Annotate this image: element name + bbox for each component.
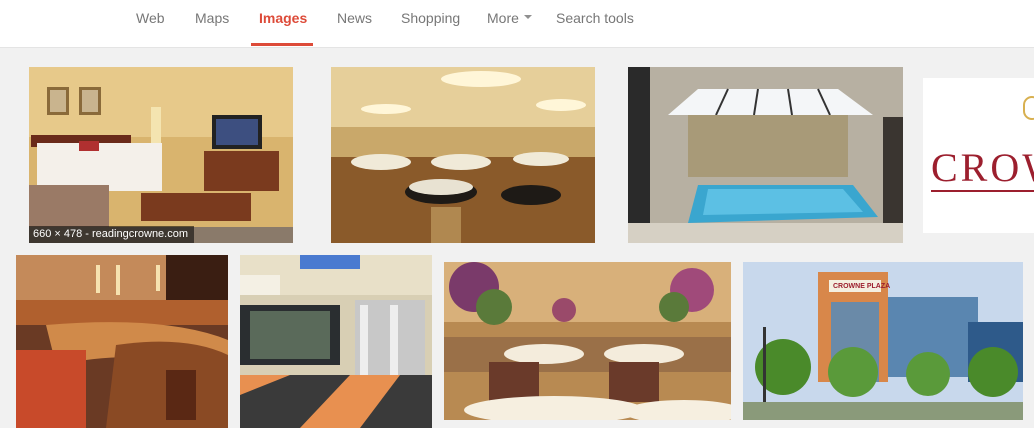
- image-result-guest-room[interactable]: 660 × 478 - readingcrowne.com: [29, 67, 293, 243]
- tab-web[interactable]: Web: [136, 0, 165, 46]
- image-result-floral-banquet[interactable]: [444, 262, 731, 420]
- image-result-ballroom[interactable]: [331, 67, 595, 243]
- hotel-sign: CROWNE PLAZA: [833, 283, 891, 290]
- tab-more-label: More: [487, 10, 519, 26]
- logo-underline: [931, 190, 1034, 192]
- ballroom-photo: [331, 67, 595, 243]
- image-caption: 660 × 478 - readingcrowne.com: [29, 226, 195, 243]
- indoor-pool-photo: [628, 67, 903, 243]
- image-result-hotel-bar[interactable]: [16, 255, 228, 428]
- tab-news[interactable]: News: [337, 0, 372, 46]
- tab-more[interactable]: More: [487, 0, 532, 46]
- fitness-center-photo: [240, 255, 432, 428]
- image-result-hotel-exterior[interactable]: CROWNE PLAZA: [743, 262, 1023, 420]
- image-result-fitness-center[interactable]: [240, 255, 432, 428]
- tab-maps[interactable]: Maps: [195, 0, 229, 46]
- floral-banquet-photo: [444, 262, 731, 420]
- image-result-hotel-logo[interactable]: CROW: [923, 78, 1034, 233]
- chevron-down-icon: [523, 15, 532, 20]
- tab-images[interactable]: Images: [259, 0, 307, 46]
- tab-search-tools[interactable]: Search tools: [556, 0, 634, 46]
- logo-text: CROW: [931, 145, 1034, 190]
- image-result-indoor-pool[interactable]: [628, 67, 903, 243]
- hotel-bar-photo: [16, 255, 228, 428]
- active-tab-indicator: [251, 43, 313, 46]
- tab-shopping[interactable]: Shopping: [401, 0, 460, 46]
- guest-room-photo: [29, 67, 293, 243]
- crown-icon: [1023, 96, 1034, 120]
- top-nav: Web Maps Images News Shopping More Searc…: [0, 0, 1034, 48]
